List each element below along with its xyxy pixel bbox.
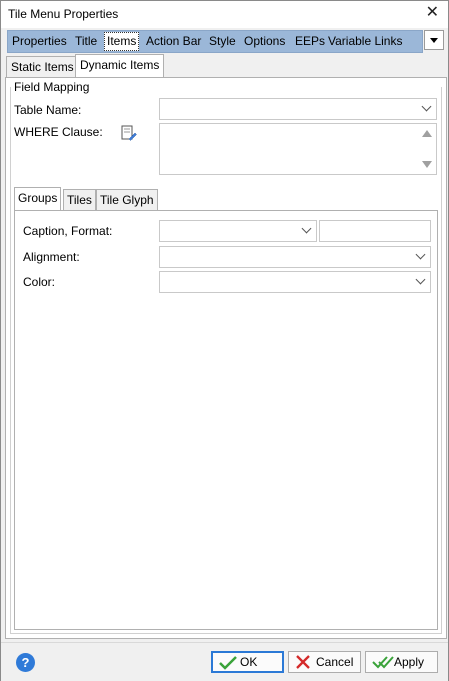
chevron-down-icon [421,101,432,112]
color-label: Color: [23,275,56,289]
alignment-combo[interactable] [159,246,431,268]
dialog-window: Tile Menu Properties ✕ Properties Title … [0,0,449,681]
color-combo[interactable] [159,271,431,293]
groups-panel: Caption, Format: Alignment: Color: [14,210,438,630]
tab-tile-glyph[interactable]: Tile Glyph [96,189,158,210]
where-clause-memo[interactable] [159,123,437,175]
ok-label: OK [240,655,258,669]
caption-combo[interactable] [159,220,317,242]
checkmark-icon [219,656,237,675]
cancel-label: Cancel [316,655,354,669]
tab-overflow-dropdown-icon[interactable] [424,30,444,50]
window-title: Tile Menu Properties [8,7,119,21]
tab-groups[interactable]: Groups [14,187,62,211]
scroll-down-icon[interactable] [422,161,432,168]
table-name-label: Table Name: [14,103,82,117]
apply-button[interactable]: Apply [365,651,438,673]
tab-properties[interactable]: Properties [10,32,69,51]
tab-style[interactable]: Style [207,32,238,51]
ok-button[interactable]: OK [211,651,284,673]
chevron-down-icon [415,274,426,285]
tab-title[interactable]: Title [73,32,99,51]
close-x-icon [295,655,311,675]
tab-tiles[interactable]: Tiles [63,189,96,210]
cancel-button[interactable]: Cancel [288,651,361,673]
edit-document-icon[interactable] [121,125,137,144]
tab-action-bar[interactable]: Action Bar [144,32,203,51]
scroll-up-icon[interactable] [422,130,432,137]
tab-items[interactable]: Items [104,32,140,51]
field-mapping-label: Field Mapping [14,80,90,94]
help-icon[interactable]: ? [16,653,35,672]
caption-format-label: Caption, Format: [23,224,113,238]
table-name-combo[interactable] [159,98,437,120]
chevron-down-icon [301,223,312,234]
tab-dynamic-items[interactable]: Dynamic Items [75,54,165,78]
tab-eeps[interactable]: EEPs [293,32,327,51]
where-clause-label: WHERE Clause: [14,125,103,139]
double-check-icon [372,655,394,675]
tab-options[interactable]: Options [242,32,287,51]
apply-label: Apply [394,655,425,669]
close-icon[interactable]: ✕ [426,5,439,21]
tab-static-items[interactable]: Static Items [6,56,79,77]
format-field[interactable] [319,220,431,242]
chevron-down-icon [415,249,426,260]
alignment-label: Alignment: [23,250,80,264]
main-tab-strip: Properties Title Items Action Bar Style … [7,30,423,53]
title-bar: Tile Menu Properties ✕ [1,1,448,28]
tab-variable-links[interactable]: Variable Links [326,32,404,51]
